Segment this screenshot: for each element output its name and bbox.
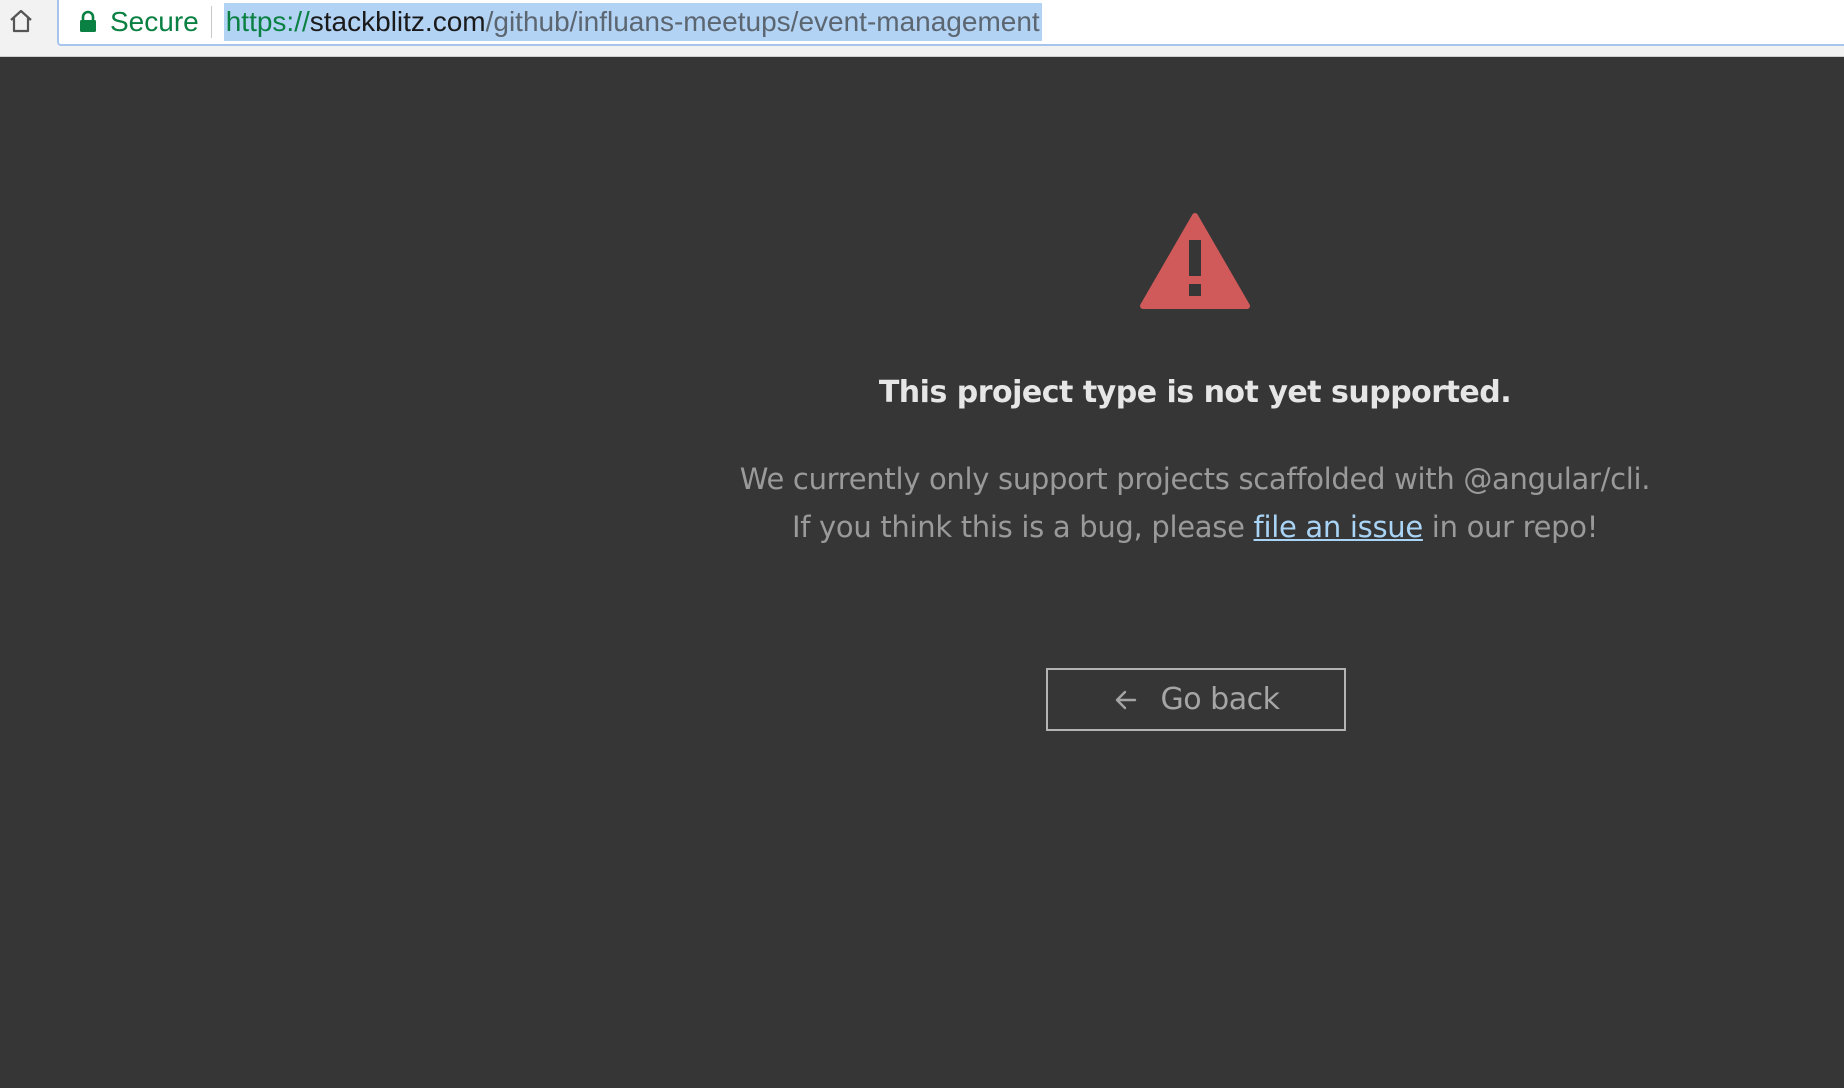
- message-line-2: If you think this is a bug, please file …: [595, 503, 1795, 551]
- url-path: /github/influans-meetups/event-managemen…: [485, 6, 1040, 37]
- warning-triangle-icon: [1140, 213, 1250, 309]
- url-scheme: https://: [225, 6, 310, 37]
- arrow-left-icon: [1115, 690, 1136, 709]
- file-issue-link[interactable]: file an issue: [1254, 510, 1424, 544]
- url-host: stackblitz.com: [309, 6, 486, 37]
- message-line-1: We currently only support projects scaff…: [739, 462, 1651, 496]
- home-button[interactable]: [4, 4, 38, 38]
- message-line-2-suffix: in our repo!: [1422, 510, 1599, 544]
- go-back-button[interactable]: Go back: [1046, 668, 1346, 731]
- address-bar[interactable]: Secure https://stackblitz.com/github/inf…: [57, 0, 1844, 46]
- home-icon: [10, 9, 32, 33]
- error-page: This project type is not yet supported. …: [0, 57, 1844, 1088]
- security-status-label[interactable]: Secure: [110, 8, 199, 36]
- lock-icon: [76, 9, 100, 35]
- go-back-label: Go back: [1160, 682, 1280, 717]
- error-title: This project type is not yet supported.: [878, 375, 1512, 410]
- omnibox-separator: [210, 6, 212, 38]
- url-text[interactable]: https://stackblitz.com/github/influans-m…: [223, 3, 1042, 41]
- browser-toolbar: Secure https://stackblitz.com/github/inf…: [0, 0, 1844, 57]
- error-message: We currently only support projects scaff…: [595, 455, 1795, 551]
- message-line-2-prefix: If you think this is a bug, please: [791, 510, 1254, 544]
